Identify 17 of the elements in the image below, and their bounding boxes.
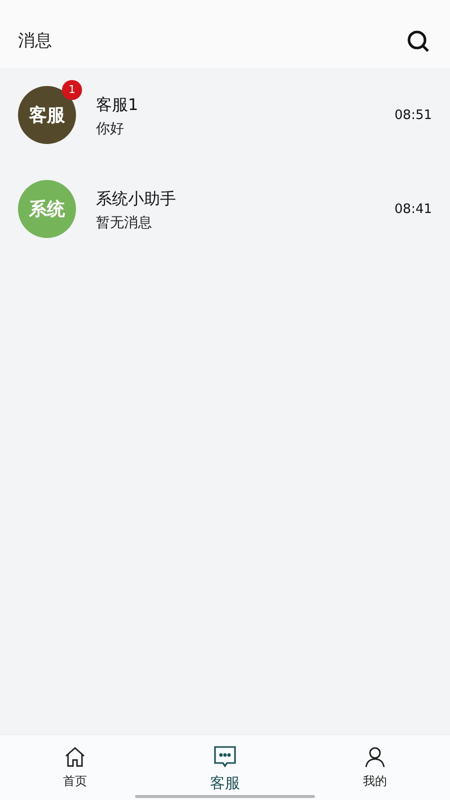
- nav-tab[interactable]: 首页: [0, 735, 150, 800]
- page-title: 消息: [18, 30, 52, 54]
- chat-icon: [212, 745, 238, 769]
- message-time: 08:41: [394, 201, 432, 219]
- contact-name: 客服1: [96, 94, 140, 116]
- nav-tab[interactable]: 我的: [300, 735, 450, 800]
- nav-tab[interactable]: 客服: [150, 735, 300, 800]
- message-preview: 你好: [96, 120, 125, 139]
- message-preview: 暂无消息: [96, 214, 153, 233]
- conversation-item[interactable]: 系统 系统小助手 暂无消息 08:41: [0, 172, 450, 266]
- conversation-item[interactable]: 客服 1 客服1 你好 08:51: [0, 78, 450, 172]
- avatar: 系统: [18, 180, 76, 238]
- contact-name: 系统小助手: [96, 188, 177, 210]
- home-icon: [63, 745, 87, 769]
- person-icon: [363, 745, 387, 769]
- unread-badge: 1: [62, 80, 82, 100]
- message-time: 08:51: [394, 107, 432, 125]
